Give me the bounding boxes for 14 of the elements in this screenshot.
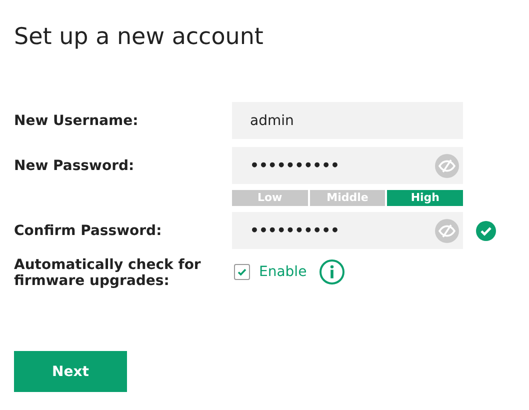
input-field[interactable]: •••••••••• — [232, 212, 463, 249]
hidden-eye-icon[interactable] — [435, 218, 459, 242]
input-field[interactable]: admin — [232, 102, 463, 139]
hidden-eye-icon[interactable] — [435, 154, 459, 178]
page-title: Set up a new account — [14, 23, 264, 52]
strength-segment: High — [387, 190, 464, 206]
field-label: Automatically check for firmware upgrades: — [14, 257, 202, 289]
checkmark-icon — [236, 266, 248, 278]
info-icon[interactable] — [318, 259, 345, 285]
field-label: New Username: — [14, 112, 140, 128]
field-label: New Password: — [14, 158, 136, 174]
input-field[interactable]: •••••••••• — [232, 147, 463, 184]
checkbox[interactable] — [234, 264, 250, 280]
field-label: Confirm Password: — [14, 222, 163, 238]
